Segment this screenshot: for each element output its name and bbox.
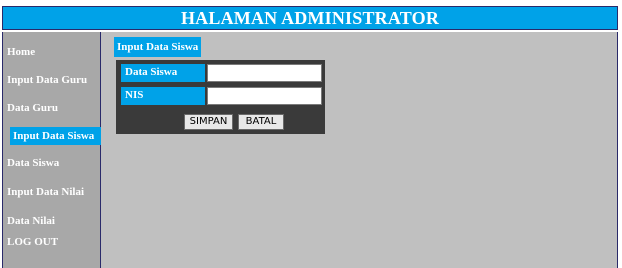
sidebar-item-data-siswa[interactable]: Data Siswa (7, 156, 59, 170)
page-header: HALAMAN ADMINISTRATOR (2, 6, 618, 30)
sidebar-item-input-data-siswa[interactable]: Input Data Siswa (10, 127, 102, 145)
form-title: Input Data Siswa (114, 37, 202, 57)
sidebar-item-logout[interactable]: LOG OUT (7, 235, 58, 249)
admin-page: HALAMAN ADMINISTRATOR Home Input Data Gu… (0, 0, 622, 268)
sidebar-item-input-data-nilai[interactable]: Input Data Nilai (7, 185, 84, 199)
data-siswa-input[interactable] (207, 64, 322, 82)
cancel-button[interactable]: BATAL (238, 114, 284, 130)
sidebar-item-input-data-guru[interactable]: Input Data Guru (7, 73, 87, 87)
field-label-data-siswa: Data Siswa (121, 64, 205, 82)
sidebar-item-home[interactable]: Home (7, 45, 35, 59)
sidebar-item-data-nilai[interactable]: Data Nilai (7, 214, 55, 228)
sidebar-nav: Home Input Data Guru Data Guru Input Dat… (2, 32, 102, 268)
save-button[interactable]: SIMPAN (184, 114, 233, 130)
nis-input[interactable] (207, 87, 322, 105)
field-label-nis: NIS (121, 87, 205, 105)
page-title: HALAMAN ADMINISTRATOR (180, 8, 440, 28)
sidebar-item-data-guru[interactable]: Data Guru (7, 101, 58, 115)
student-form: Data Siswa NIS SIMPAN BATAL (116, 60, 325, 134)
